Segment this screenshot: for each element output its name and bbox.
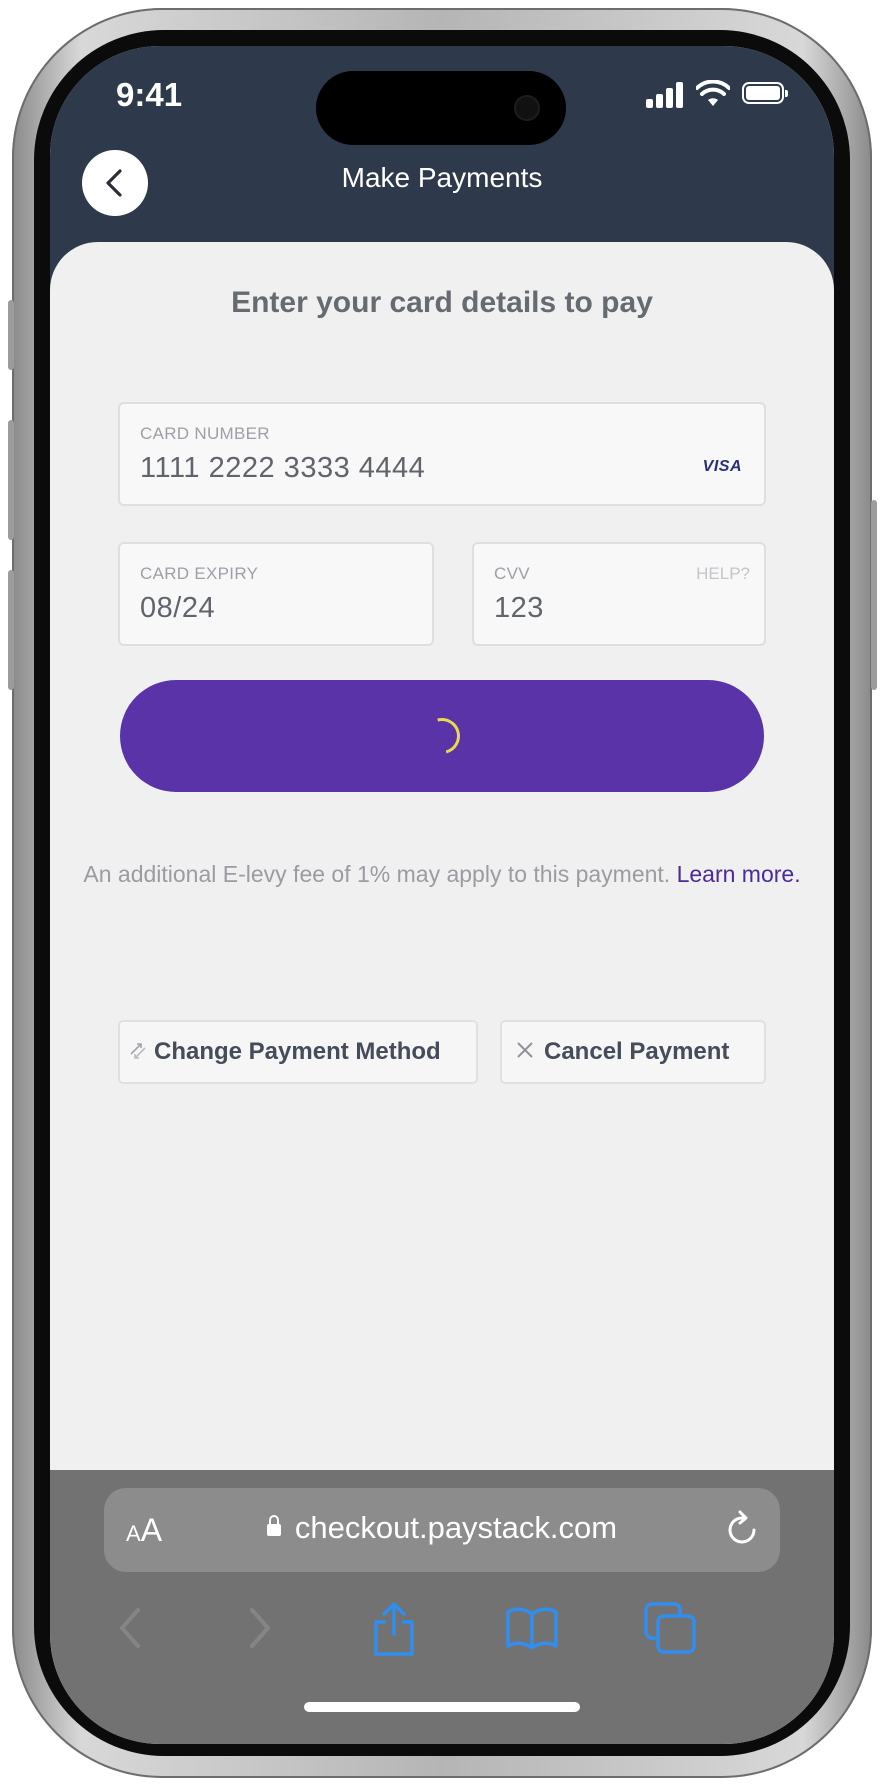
url-value: checkout.paystack.com xyxy=(294,1510,618,1545)
cvv-label: CVV xyxy=(494,564,530,583)
cvv-field[interactable]: CVV HELP? 123 xyxy=(472,542,766,646)
cancel-payment-button[interactable]: Cancel Payment xyxy=(500,1020,766,1084)
side-button-volume-down xyxy=(8,570,14,690)
home-indicator xyxy=(304,1702,580,1712)
tabs-icon[interactable] xyxy=(640,1598,700,1658)
card-expiry-field[interactable]: CARD EXPIRY 08/24 xyxy=(118,542,434,646)
cancel-payment-label: Cancel Payment xyxy=(544,1038,730,1065)
bookmarks-icon[interactable] xyxy=(502,1598,562,1658)
swap-arrows-icon xyxy=(128,1039,148,1065)
side-button-action xyxy=(8,300,14,370)
loading-spinner-icon xyxy=(417,711,467,761)
cvv-help-link[interactable]: HELP? xyxy=(696,564,750,584)
change-payment-method-label: Change Payment Method xyxy=(154,1038,441,1065)
page-title: Make Payments xyxy=(341,162,543,193)
elevy-notice: An additional E-levy fee of 1% may apply… xyxy=(80,858,804,890)
side-button-volume-up xyxy=(8,420,14,540)
phone-screen: 9:41 Make Payments Enter your card detai… xyxy=(50,46,834,1744)
reload-icon[interactable] xyxy=(726,1510,760,1548)
status-icons xyxy=(646,80,796,108)
pay-button[interactable] xyxy=(120,680,764,792)
card-number-label: CARD NUMBER xyxy=(140,424,270,443)
change-payment-method-button[interactable]: Change Payment Method xyxy=(118,1020,478,1084)
side-button-power xyxy=(871,500,877,690)
learn-more-link[interactable]: Learn more. xyxy=(677,861,801,887)
card-expiry-value: 08/24 xyxy=(140,592,216,624)
card-number-field[interactable]: CARD NUMBER 1111 2222 3333 4444 VISA xyxy=(118,402,766,506)
close-icon xyxy=(516,1039,534,1065)
status-time: 9:41 xyxy=(116,76,183,113)
share-icon[interactable] xyxy=(364,1598,424,1658)
elevy-notice-text: An additional E-levy fee of 1% may apply… xyxy=(83,861,677,887)
signal-icon xyxy=(646,80,686,108)
card-expiry-label: CARD EXPIRY xyxy=(140,564,259,583)
dynamic-island xyxy=(316,71,566,145)
payment-panel: Enter your card details to pay CARD NUMB… xyxy=(50,242,834,1532)
battery-icon xyxy=(742,82,788,104)
url-text: checkout.paystack.com xyxy=(104,1510,780,1546)
front-camera-icon xyxy=(514,95,540,121)
wifi-icon xyxy=(696,80,730,106)
form-heading: Enter your card details to pay xyxy=(231,286,653,319)
browser-back-icon[interactable] xyxy=(102,1598,162,1658)
browser-forward-icon[interactable] xyxy=(228,1598,288,1658)
visa-logo-icon: VISA xyxy=(702,458,742,475)
cvv-value: 123 xyxy=(494,592,544,624)
card-number-value: 1111 2222 3333 4444 xyxy=(140,452,426,484)
address-bar[interactable]: AA checkout.paystack.com xyxy=(104,1488,780,1572)
lock-icon xyxy=(266,1515,281,1536)
